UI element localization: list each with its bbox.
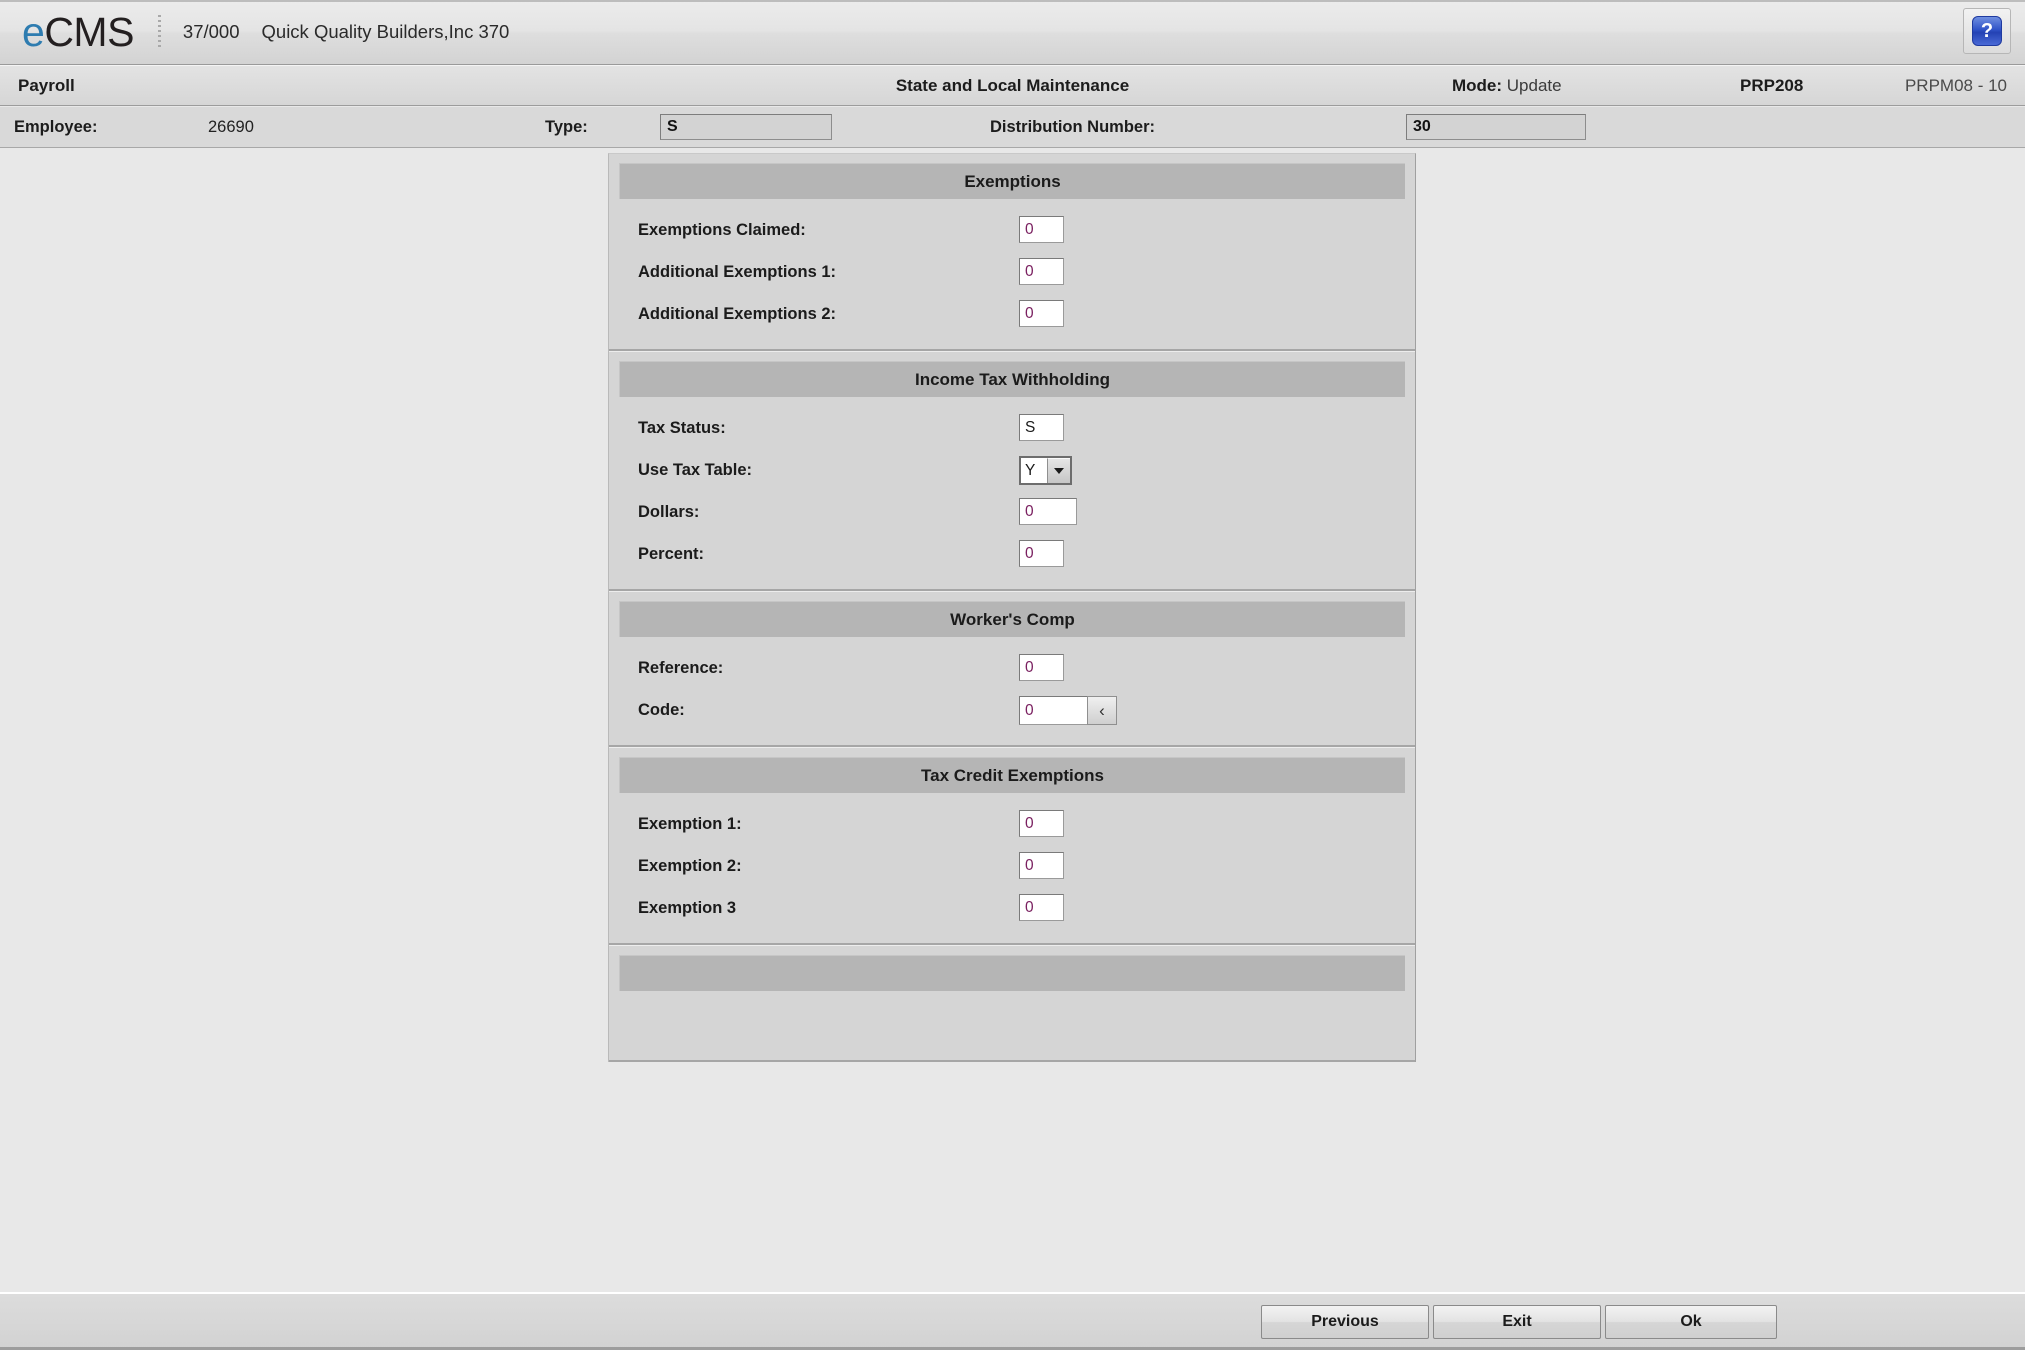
help-button[interactable]: ? xyxy=(1963,8,2011,54)
form-section: Income Tax Withholding Tax Status: S Use Ta… xyxy=(609,351,1415,591)
form-row: Use Tax Table: Y xyxy=(619,449,1405,491)
lookup-prompt-icon[interactable]: ‹ xyxy=(1087,696,1117,725)
application-window: eCMS 37/000 Quick Quality Builders,Inc 37… xyxy=(0,0,2025,1350)
form-row: Exemption 3 0 xyxy=(619,887,1405,929)
text-input[interactable]: 0 xyxy=(1019,852,1064,879)
form-row: Additional Exemptions 1: 0 xyxy=(619,251,1405,293)
field-label: Additional Exemptions 2: xyxy=(638,305,837,323)
field-control: 0 xyxy=(1019,894,1064,921)
field-control: S xyxy=(1019,414,1064,441)
field-control: 0 xyxy=(1019,498,1077,525)
lookup-field: 0 ‹ xyxy=(1019,696,1117,725)
chevron-down-icon[interactable] xyxy=(1047,458,1070,483)
brand-bar: eCMS 37/000 Quick Quality Builders,Inc 37… xyxy=(0,0,2025,65)
form-row: Exemptions Claimed: 0 xyxy=(619,209,1405,251)
form-row: Dollars: 0 xyxy=(619,491,1405,533)
text-input[interactable]: 0 xyxy=(1019,654,1064,681)
text-input[interactable]: 0 xyxy=(1019,258,1064,285)
use-tax-table-select[interactable]: Y xyxy=(1019,456,1072,485)
section-empty-body xyxy=(619,991,1405,1046)
field-control: 0 xyxy=(1019,852,1064,879)
field-label: Dollars: xyxy=(638,503,700,521)
previous-button[interactable]: Previous xyxy=(1261,1305,1429,1339)
field-control: 0 xyxy=(1019,654,1064,681)
title-bar: Payroll State and Local Maintenance Mode… xyxy=(0,65,2025,106)
program-detail: PRPM08 - 10 xyxy=(1904,76,2007,95)
form-row: Percent: 0 xyxy=(619,533,1405,575)
field-control: 0 ‹ xyxy=(1019,696,1117,725)
form-row: Code: 0 ‹ xyxy=(619,689,1405,731)
form-panel: Exemptions Exemptions Claimed: 0 Additional… xyxy=(608,153,1416,1062)
section-heading: Exemptions xyxy=(619,163,1405,199)
page-title: State and Local Maintenance xyxy=(895,76,1130,95)
text-input[interactable]: 0 xyxy=(1019,300,1064,327)
section-heading: Tax Credit Exemptions xyxy=(619,757,1405,793)
employee-bar: Employee: 26690 Type: S Distribution Num… xyxy=(0,107,2025,148)
field-label: Additional Exemptions 1: xyxy=(638,263,837,281)
field-control: Y xyxy=(1019,456,1072,485)
field-control: 0 xyxy=(1019,300,1064,327)
field-label: Exemptions Claimed: xyxy=(638,221,806,239)
field-label: Tax Status: xyxy=(638,419,726,437)
mode-value: Update xyxy=(1506,76,1562,95)
form-section: Exemptions Exemptions Claimed: 0 Additional… xyxy=(609,154,1415,351)
text-input[interactable]: 0 xyxy=(1019,894,1064,921)
field-label: Reference: xyxy=(638,659,724,677)
company-code: 37/000 xyxy=(182,21,240,42)
form-section: Tax Credit Exemptions Exemption 1: 0 Exempt… xyxy=(609,747,1415,945)
type-label: Type: xyxy=(545,118,588,136)
help-icon: ? xyxy=(1972,16,2002,46)
form-section xyxy=(609,945,1415,1062)
form-row: Reference: 0 xyxy=(619,647,1405,689)
exit-button[interactable]: Exit xyxy=(1433,1305,1601,1339)
company-name: Quick Quality Builders,Inc 370 xyxy=(261,21,510,42)
distribution-number-label: Distribution Number: xyxy=(990,118,1155,136)
field-label: Percent: xyxy=(638,545,705,563)
form-row: Additional Exemptions 2: 0 xyxy=(619,293,1405,335)
employee-label: Employee: xyxy=(14,118,98,136)
type-input[interactable]: S xyxy=(660,114,832,140)
ok-button[interactable]: Ok xyxy=(1605,1305,1777,1339)
logo-text-cms: CMS xyxy=(44,8,134,55)
distribution-number-input[interactable]: 30 xyxy=(1406,114,1586,140)
section-heading xyxy=(619,955,1405,991)
text-input[interactable]: 0 xyxy=(1019,810,1064,837)
section-heading: Worker's Comp xyxy=(619,601,1405,637)
employee-value: 26690 xyxy=(208,118,254,136)
form-section: Worker's Comp Reference: 0 Code: 0 ‹ xyxy=(609,591,1415,747)
form-row: Tax Status: S xyxy=(619,407,1405,449)
form-row: Exemption 1: 0 xyxy=(619,803,1405,845)
brand-context: 37/000 Quick Quality Builders,Inc 370 xyxy=(183,21,509,43)
field-control: 0 xyxy=(1019,810,1064,837)
program-id: PRP208 xyxy=(1740,76,1804,95)
text-input[interactable]: 0 xyxy=(1019,696,1087,725)
action-bar: Previous Exit Ok xyxy=(0,1292,2025,1350)
field-label: Exemption 3 xyxy=(638,899,737,917)
logo-letter-e: e xyxy=(22,8,45,55)
ecms-logo: eCMS xyxy=(22,8,134,55)
text-input[interactable]: S xyxy=(1019,414,1064,441)
field-label: Exemption 1: xyxy=(638,815,742,833)
text-input[interactable]: 0 xyxy=(1019,216,1064,243)
mode-label: Mode: xyxy=(1452,76,1503,95)
field-label: Use Tax Table: xyxy=(638,461,753,479)
field-control: 0 xyxy=(1019,258,1064,285)
text-input[interactable]: 0 xyxy=(1019,540,1064,567)
dotted-separator-icon xyxy=(157,15,161,49)
text-input[interactable]: 0 xyxy=(1019,498,1077,525)
form-row: Exemption 2: 0 xyxy=(619,845,1405,887)
field-control: 0 xyxy=(1019,540,1064,567)
section-heading: Income Tax Withholding xyxy=(619,361,1405,397)
field-label: Code: xyxy=(638,701,685,719)
field-label: Exemption 2: xyxy=(638,857,742,875)
mode-indicator: Mode: Update xyxy=(1452,66,1562,106)
select-value: Y xyxy=(1021,458,1047,483)
field-control: 0 xyxy=(1019,216,1064,243)
